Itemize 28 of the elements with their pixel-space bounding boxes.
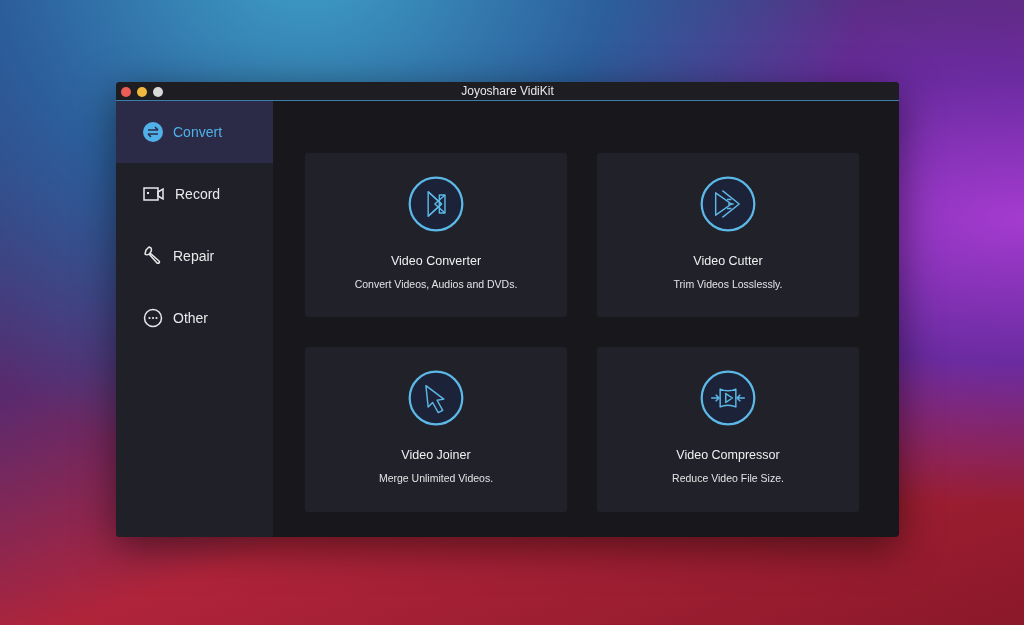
sidebar-item[interactable]: Convert — [116, 101, 273, 163]
tool-card[interactable]: Video Cutter Trim Videos Losslessly. — [597, 153, 859, 317]
sidebar-item[interactable]: Record — [116, 163, 273, 225]
swap-icon — [143, 122, 163, 142]
tool-icon — [408, 176, 464, 232]
tool-title: Video Compressor — [676, 447, 780, 464]
tool-card[interactable]: Video Converter Convert Videos, Audios and DVDs. — [305, 153, 567, 317]
close-icon[interactable] — [121, 87, 131, 97]
zoom-icon[interactable] — [153, 87, 163, 97]
more-icon — [143, 308, 163, 328]
wrench-icon — [143, 246, 163, 266]
tool-icon — [408, 370, 464, 426]
window-title: Joyoshare VidiKit — [461, 83, 554, 100]
tool-card[interactable]: Video Joiner Merge Unlimited Videos. — [305, 347, 567, 512]
tool-description: Convert Videos, Audios and DVDs. — [354, 276, 518, 292]
video-camera-icon — [143, 186, 165, 202]
tool-description: Reduce Video File Size. — [672, 470, 784, 486]
minimize-icon[interactable] — [137, 87, 147, 97]
tool-title: Video Cutter — [693, 253, 763, 270]
tool-card[interactable]: Video Compressor Reduce Video File Size. — [597, 347, 859, 512]
tool-title: Video Joiner — [401, 447, 471, 464]
sidebar-item[interactable]: Other — [116, 287, 273, 349]
tool-description: Trim Videos Losslessly. — [673, 276, 783, 292]
tool-title: Video Converter — [390, 253, 482, 270]
tool-icon — [700, 176, 756, 232]
tool-icon — [700, 370, 756, 426]
tool-description: Merge Unlimited Videos. — [378, 470, 494, 486]
sidebar-item[interactable]: Repair — [116, 225, 273, 287]
